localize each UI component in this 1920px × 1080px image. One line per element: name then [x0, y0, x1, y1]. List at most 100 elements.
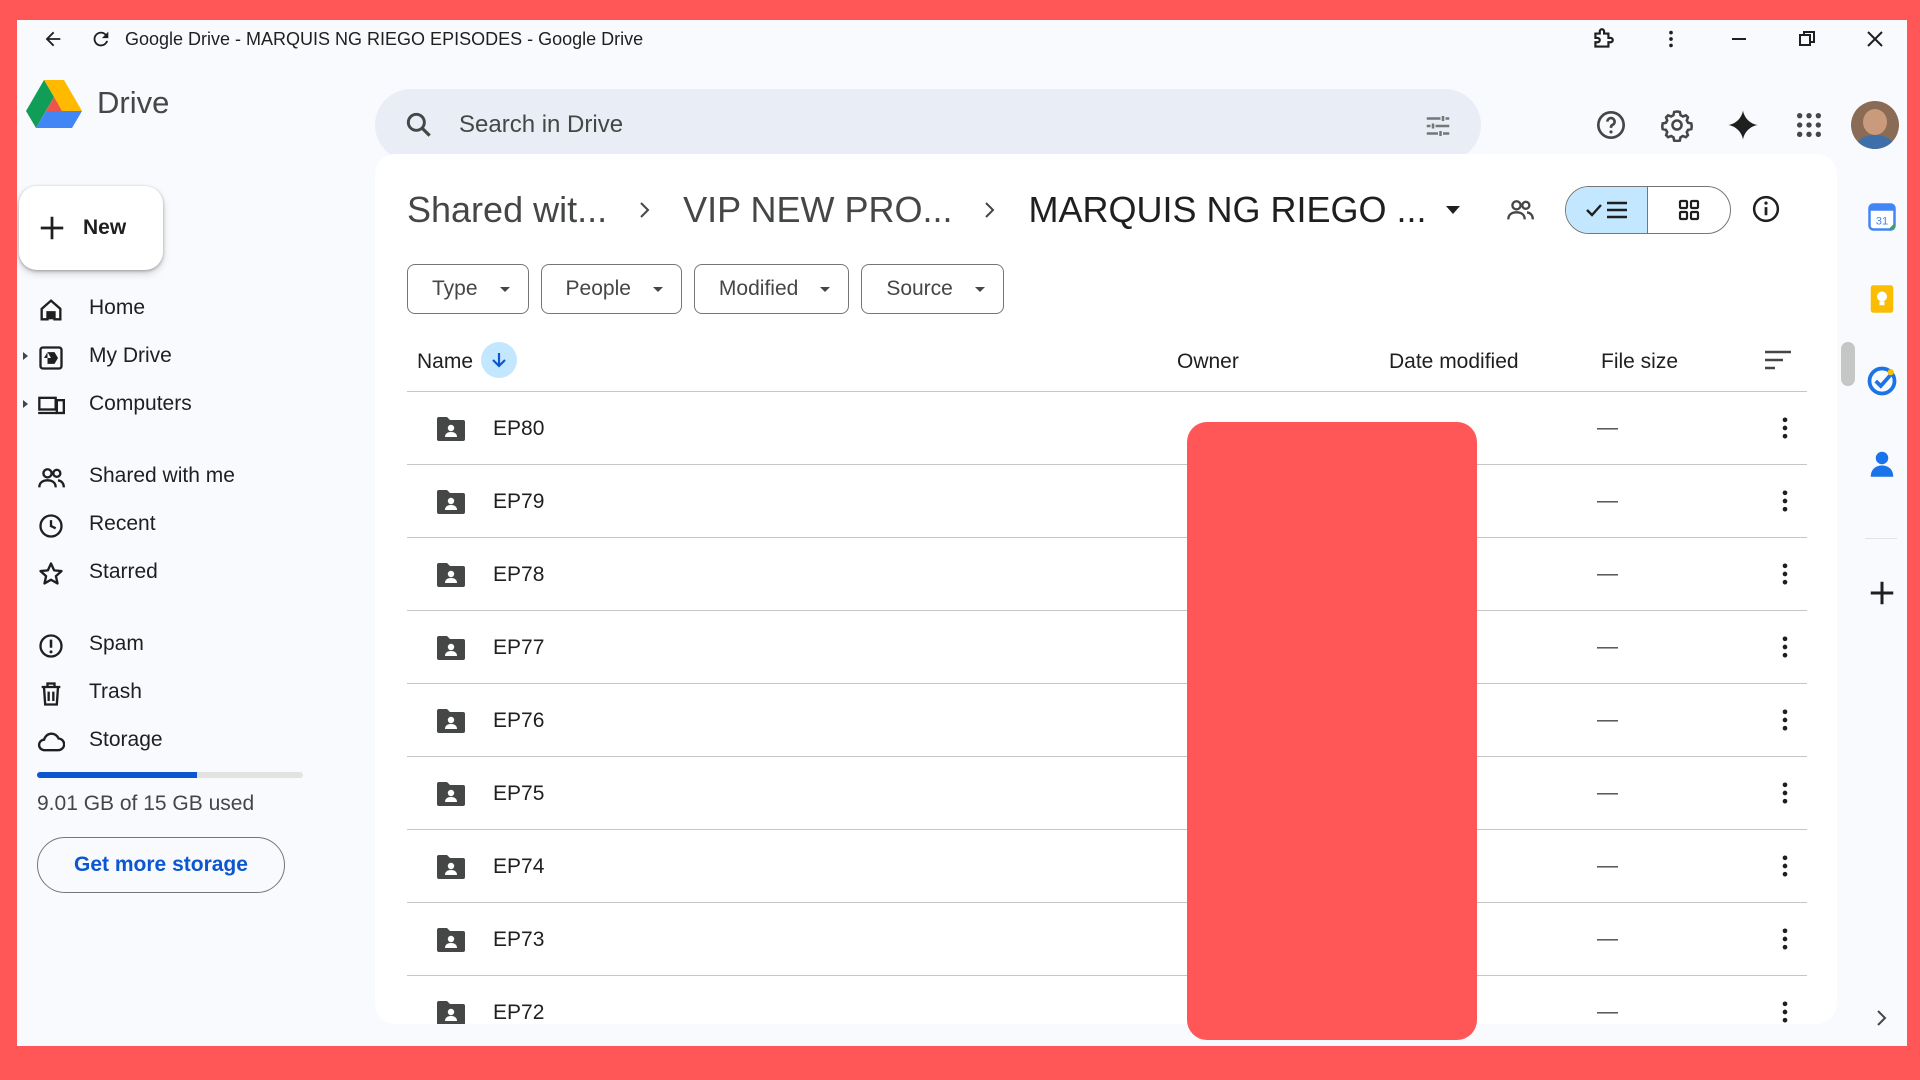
table-row[interactable]: EP77 —	[407, 611, 1807, 684]
grid-icon	[1678, 199, 1700, 221]
window-title: Google Drive - MARQUIS NG RIEGO EPISODES…	[125, 28, 644, 49]
restore-icon[interactable]	[1793, 25, 1821, 53]
get-more-storage-button[interactable]: Get more storage	[37, 837, 285, 893]
keep-app-icon[interactable]	[1867, 284, 1897, 314]
breadcrumb-item-parent[interactable]: VIP NEW PRO...	[683, 189, 952, 231]
info-icon[interactable]	[1751, 194, 1781, 224]
chip-label: People	[565, 277, 631, 300]
extensions-icon[interactable]	[1589, 25, 1617, 53]
column-header-name[interactable]: Name	[417, 350, 473, 374]
table-row[interactable]: EP75 —	[407, 757, 1807, 830]
file-size: —	[1597, 708, 1618, 731]
breadcrumb-item-current[interactable]: MARQUIS NG RIEGO ...	[1028, 189, 1426, 231]
minimize-icon[interactable]	[1725, 25, 1753, 53]
sidebar-item-home[interactable]: Home	[17, 284, 337, 332]
grid-view-button[interactable]	[1648, 187, 1730, 233]
table-row[interactable]: EP73 —	[407, 903, 1807, 976]
more-actions-icon[interactable]	[1771, 852, 1799, 880]
storage-meter	[37, 772, 303, 778]
filter-modified-chip[interactable]: Modified	[693, 264, 850, 314]
file-name: EP77	[493, 636, 545, 659]
vertical-scrollbar[interactable]	[1841, 342, 1855, 386]
collapse-panel-chevron-icon[interactable]	[1872, 1008, 1892, 1028]
filter-chips: Type People Modified Source	[407, 264, 1016, 314]
table-row[interactable]: EP78 —	[407, 538, 1807, 611]
nav-list: Home My Drive Computers Shared with me R…	[17, 284, 337, 764]
more-vert-icon[interactable]	[1657, 25, 1685, 53]
search-bar[interactable]	[375, 89, 1481, 161]
sidebar-item-spam[interactable]: Spam	[17, 620, 337, 668]
more-actions-icon[interactable]	[1771, 414, 1799, 442]
column-header-owner[interactable]: Owner	[1177, 350, 1239, 374]
shared-folder-people-icon[interactable]	[1505, 196, 1535, 224]
sidebar-item-trash[interactable]: Trash	[17, 668, 337, 716]
sidebar-item-shared-with-me[interactable]: Shared with me	[17, 452, 337, 500]
star-icon	[39, 562, 63, 585]
more-actions-icon[interactable]	[1771, 998, 1799, 1024]
search-input[interactable]	[459, 89, 1359, 161]
more-actions-icon[interactable]	[1771, 633, 1799, 661]
sort-direction-button[interactable]	[481, 342, 517, 378]
table-row[interactable]: EP76 —	[407, 684, 1807, 757]
table-row[interactable]: EP72 —	[407, 976, 1807, 1024]
file-size: —	[1597, 562, 1618, 585]
more-actions-icon[interactable]	[1771, 560, 1799, 588]
breadcrumb-item-shared[interactable]: Shared wit...	[407, 189, 607, 231]
shared-folder-icon	[437, 417, 465, 441]
drive-logo[interactable]: Drive	[25, 78, 169, 128]
drive-logo-icon	[26, 80, 82, 128]
expand-caret-icon[interactable]	[23, 400, 28, 408]
search-options-icon[interactable]	[1423, 111, 1453, 141]
sidebar-item-storage[interactable]: Storage	[17, 716, 337, 764]
column-header-date-modified[interactable]: Date modified	[1389, 350, 1519, 374]
file-name: EP76	[493, 709, 545, 732]
sidebar-item-label: Shared with me	[89, 464, 235, 487]
close-icon[interactable]	[1861, 25, 1889, 53]
search-icon[interactable]	[403, 109, 435, 141]
filter-source-chip[interactable]: Source	[861, 264, 1004, 314]
sidebar-item-starred[interactable]: Starred	[17, 548, 337, 596]
new-button[interactable]: New	[19, 186, 163, 270]
more-actions-icon[interactable]	[1771, 706, 1799, 734]
browser-window: Google Drive - MARQUIS NG RIEGO EPISODES…	[17, 20, 1907, 1046]
calendar-app-icon[interactable]: 31	[1867, 202, 1897, 232]
chip-label: Modified	[718, 277, 799, 300]
back-arrow-icon[interactable]	[39, 25, 67, 53]
storage-usage-text: 9.01 GB of 15 GB used	[37, 792, 255, 815]
more-actions-icon[interactable]	[1771, 487, 1799, 515]
sort-options-icon[interactable]	[1763, 348, 1793, 372]
sidebar-item-my-drive[interactable]: My Drive	[17, 332, 337, 380]
dropdown-arrow-icon	[652, 286, 663, 292]
title-bar: Google Drive - MARQUIS NG RIEGO EPISODES…	[17, 20, 1907, 58]
more-actions-icon[interactable]	[1771, 925, 1799, 953]
breadcrumb: Shared wit... VIP NEW PRO... MARQUIS NG …	[407, 182, 1461, 238]
shared-folder-icon	[437, 855, 465, 879]
contacts-app-icon[interactable]	[1867, 448, 1897, 478]
sidebar-item-computers[interactable]: Computers	[17, 380, 337, 428]
apps-grid-icon[interactable]	[1785, 101, 1833, 149]
folder-menu-dropdown-icon[interactable]	[1445, 205, 1461, 215]
file-size: —	[1597, 1000, 1618, 1023]
filter-type-chip[interactable]: Type	[407, 264, 529, 314]
filter-people-chip[interactable]: People	[540, 264, 682, 314]
file-table: Name Owner Date modified File size EP80 —…	[407, 328, 1807, 1024]
list-view-button[interactable]	[1566, 187, 1648, 233]
table-row[interactable]: EP79 —	[407, 465, 1807, 538]
settings-gear-icon[interactable]	[1653, 101, 1701, 149]
table-row[interactable]: EP80 —	[407, 392, 1807, 465]
account-avatar[interactable]	[1851, 101, 1899, 149]
expand-caret-icon[interactable]	[23, 352, 28, 360]
tasks-app-icon[interactable]	[1867, 366, 1897, 396]
table-row[interactable]: EP74 —	[407, 830, 1807, 903]
help-icon[interactable]	[1587, 101, 1635, 149]
add-app-plus-icon[interactable]	[1867, 578, 1897, 608]
gemini-sparkle-icon[interactable]	[1719, 101, 1767, 149]
sidebar-item-recent[interactable]: Recent	[17, 500, 337, 548]
more-actions-icon[interactable]	[1771, 779, 1799, 807]
column-header-file-size[interactable]: File size	[1601, 350, 1678, 374]
shared-icon	[38, 468, 65, 488]
sidebar-item-label: Computers	[89, 392, 192, 415]
sidebar-item-label: Starred	[89, 560, 158, 583]
reload-icon[interactable]	[87, 25, 115, 53]
dropdown-arrow-icon	[499, 286, 510, 292]
